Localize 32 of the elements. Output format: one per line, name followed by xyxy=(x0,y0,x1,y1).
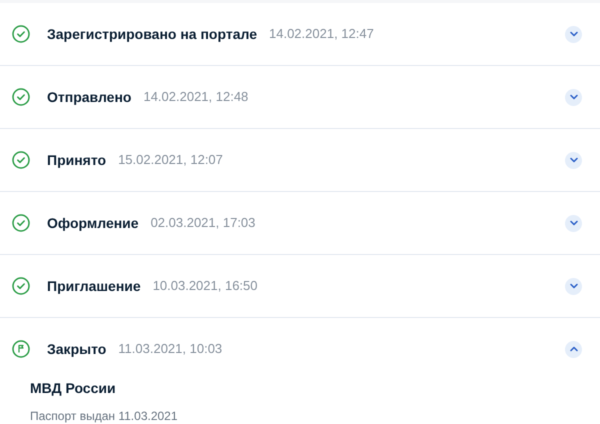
flag-circle-icon xyxy=(12,340,30,358)
step-title: Зарегистрировано на портале xyxy=(47,24,257,44)
step-time: 02.03.2021, 17:03 xyxy=(150,214,256,232)
expand-toggle[interactable] xyxy=(565,340,582,358)
chevron-down-icon xyxy=(570,94,578,100)
details-text: Паспорт выдан 11.03.2021 xyxy=(30,408,179,424)
step-time: 10.03.2021, 16:50 xyxy=(152,277,258,296)
step-title: Оформление xyxy=(47,214,139,233)
step-time: 11.03.2021, 10:03 xyxy=(118,340,222,358)
check-circle-icon xyxy=(12,25,30,43)
details-title: МВД России xyxy=(30,379,117,398)
chevron-down-icon xyxy=(570,220,578,226)
check-circle-icon xyxy=(12,277,30,295)
expand-toggle[interactable] xyxy=(565,88,582,106)
check-circle-icon xyxy=(12,88,30,106)
chevron-down-icon xyxy=(570,283,578,289)
chevron-down-icon xyxy=(570,31,578,37)
step-time: 14.02.2021, 12:48 xyxy=(143,88,248,106)
check-circle-icon xyxy=(12,151,30,169)
step-title: Отправлено xyxy=(47,88,132,107)
step-title: Закрыто xyxy=(47,340,106,359)
chevron-down-icon xyxy=(570,157,578,163)
step-time: 15.02.2021, 12:07 xyxy=(118,151,223,170)
check-circle-icon xyxy=(12,214,30,232)
expand-toggle[interactable] xyxy=(565,152,582,168)
expand-toggle[interactable] xyxy=(565,26,582,42)
expand-toggle[interactable] xyxy=(565,214,582,232)
step-title: Приглашение xyxy=(47,276,141,296)
expand-toggle[interactable] xyxy=(565,278,582,294)
step-title: Принято xyxy=(47,150,106,170)
chevron-up-icon xyxy=(570,346,578,352)
step-time: 14.02.2021, 12:47 xyxy=(269,25,374,44)
